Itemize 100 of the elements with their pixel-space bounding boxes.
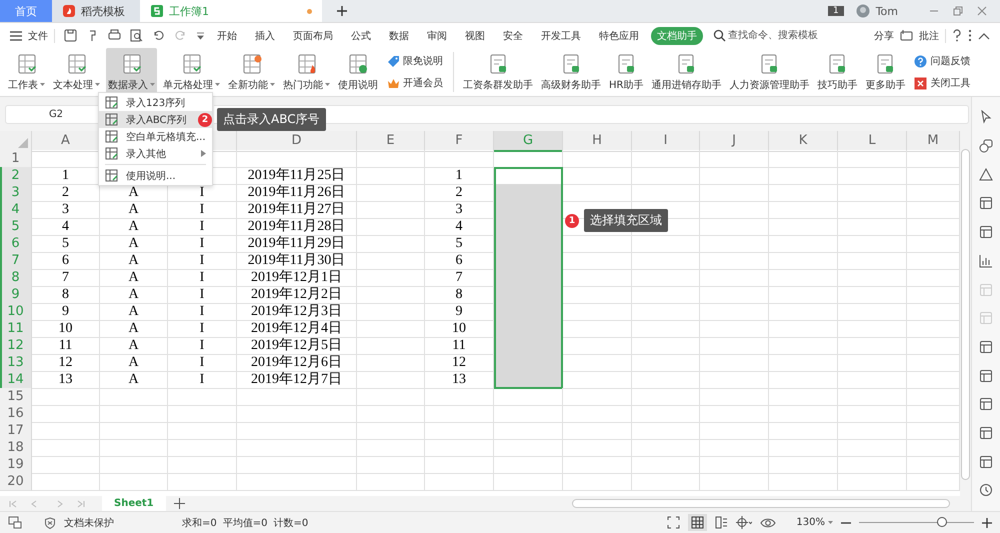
ribbon-button[interactable]: 单元格处理: [161, 48, 222, 96]
protection-status[interactable]: 文档未保护: [64, 516, 114, 530]
ribbon-button[interactable]: 工作表: [6, 48, 47, 96]
table-cell: A: [100, 235, 168, 253]
row-header[interactable]: 17: [0, 422, 32, 440]
table-cell: I: [168, 269, 237, 287]
column-header[interactable]: L: [838, 131, 907, 152]
table-cell: 2019年11月25日: [237, 167, 357, 185]
ribbon-tab[interactable]: 特色应用: [593, 26, 645, 44]
helper-button[interactable]: 更多助手: [863, 48, 908, 96]
table-cell: 2019年11月28日: [237, 218, 357, 236]
ribbon-link[interactable]: 问题反馈: [914, 54, 970, 68]
table-cell: 8: [32, 286, 100, 304]
table-cell: I: [168, 235, 237, 253]
table-cell: 5: [32, 235, 100, 253]
table-cell: 4: [32, 218, 100, 236]
table-cell: 2019年11月29日: [237, 235, 357, 253]
ribbon-button[interactable]: 使用说明: [336, 48, 380, 96]
table-cell: 11: [32, 337, 100, 355]
ribbon-tab[interactable]: 开始: [211, 26, 243, 44]
table-cell: 10: [32, 320, 100, 338]
table-cell: A: [100, 354, 168, 372]
notification-badge[interactable]: 1: [828, 6, 844, 16]
column-header[interactable]: H: [563, 131, 632, 152]
helper-button[interactable]: 工资条群发助手: [461, 48, 535, 96]
ribbon-tab[interactable]: 公式: [345, 26, 377, 44]
row-header[interactable]: 16: [0, 405, 32, 423]
helper-button[interactable]: 人力资源管理助手: [727, 48, 812, 96]
table-cell: 12: [32, 354, 100, 372]
table-cell: 2019年12月3日: [237, 303, 357, 321]
sum-readout: 求和=0: [182, 516, 217, 530]
table-cell: 2019年12月2日: [237, 286, 357, 304]
table-cell: I: [168, 201, 237, 219]
column-header[interactable]: E: [357, 131, 425, 152]
share-button[interactable]: 分享: [874, 28, 894, 42]
column-header[interactable]: K: [769, 131, 838, 152]
ribbon-tab[interactable]: 开发工具: [535, 26, 587, 44]
zoom-level[interactable]: 130%: [796, 517, 825, 528]
table-cell: 2019年12月4日: [237, 320, 357, 338]
row-header[interactable]: 18: [0, 439, 32, 457]
sheet-tab[interactable]: Sheet1: [102, 496, 166, 511]
table-cell: 2019年11月30日: [237, 252, 357, 270]
row-header[interactable]: 19: [0, 456, 32, 474]
ribbon-tab[interactable]: 视图: [459, 26, 491, 44]
ribbon-tab[interactable]: 安全: [497, 26, 529, 44]
average-readout: 平均值=0: [222, 516, 268, 530]
tooltip: 选择填充区域: [584, 209, 668, 232]
row-header[interactable]: 20: [0, 473, 32, 491]
ribbon-button[interactable]: 文本处理: [51, 48, 102, 96]
ribbon-button[interactable]: 全新功能: [226, 48, 277, 96]
menu-item[interactable]: 使用说明...: [99, 167, 212, 184]
table-cell: 3: [32, 201, 100, 219]
ribbon-tab[interactable]: 审阅: [421, 26, 453, 44]
ribbon-link[interactable]: 开通会员: [387, 76, 443, 90]
table-cell: A: [100, 252, 168, 270]
ribbon-button[interactable]: 热门功能: [281, 48, 332, 96]
table-cell: A: [100, 320, 168, 338]
comment-button[interactable]: 批注: [919, 28, 939, 42]
table-cell: 2019年11月27日: [237, 201, 357, 219]
table-cell: A: [100, 201, 168, 219]
table-cell: I: [168, 354, 237, 372]
helper-button[interactable]: 高级财务助手: [539, 48, 603, 96]
table-cell: 7: [32, 269, 100, 287]
table-cell: A: [100, 303, 168, 321]
column-header[interactable]: I: [632, 131, 700, 152]
ribbon-tab[interactable]: 页面布局: [287, 26, 339, 44]
table-cell: I: [168, 218, 237, 236]
table-cell: 2019年11月26日: [237, 184, 357, 202]
table-cell: 2019年12月7日: [237, 371, 357, 389]
table-cell: 2019年12月5日: [237, 337, 357, 355]
table-cell: 6: [32, 252, 100, 270]
helper-button[interactable]: HR助手: [607, 48, 646, 96]
document-tab[interactable]: 稻壳模板: [52, 0, 140, 22]
tooltip: 点击录入ABC序号: [217, 108, 326, 131]
table-cell: I: [168, 371, 237, 389]
table-cell: 9: [32, 303, 100, 321]
table-cell: A: [100, 269, 168, 287]
ribbon-link[interactable]: 关闭工具: [914, 76, 970, 90]
menu-item[interactable]: 录入其他: [99, 145, 212, 162]
table-cell: A: [100, 371, 168, 389]
document-tab[interactable]: 工作簿1: [140, 0, 322, 22]
helper-button[interactable]: 技巧助手: [815, 48, 860, 96]
helper-button[interactable]: 通用进销存助手: [649, 48, 724, 96]
row-header[interactable]: 1: [0, 150, 32, 168]
ribbon-tab[interactable]: 数据: [383, 26, 415, 44]
user-name[interactable]: Tom: [876, 4, 898, 18]
column-header[interactable]: J: [700, 131, 769, 152]
table-cell: I: [168, 303, 237, 321]
menu-item[interactable]: 空白单元格填充...: [99, 128, 212, 145]
file-menu[interactable]: 文件: [28, 28, 48, 42]
ribbon-tab[interactable]: 插入: [249, 26, 281, 44]
table-cell: I: [168, 252, 237, 270]
row-header[interactable]: 15: [0, 388, 32, 406]
table-cell: A: [100, 286, 168, 304]
ribbon-link[interactable]: 限免说明: [387, 54, 443, 68]
table-cell: I: [168, 286, 237, 304]
table-cell: A: [100, 218, 168, 236]
table-cell: I: [168, 320, 237, 338]
table-cell: 2019年12月6日: [237, 354, 357, 372]
table-cell: 13: [32, 371, 100, 389]
